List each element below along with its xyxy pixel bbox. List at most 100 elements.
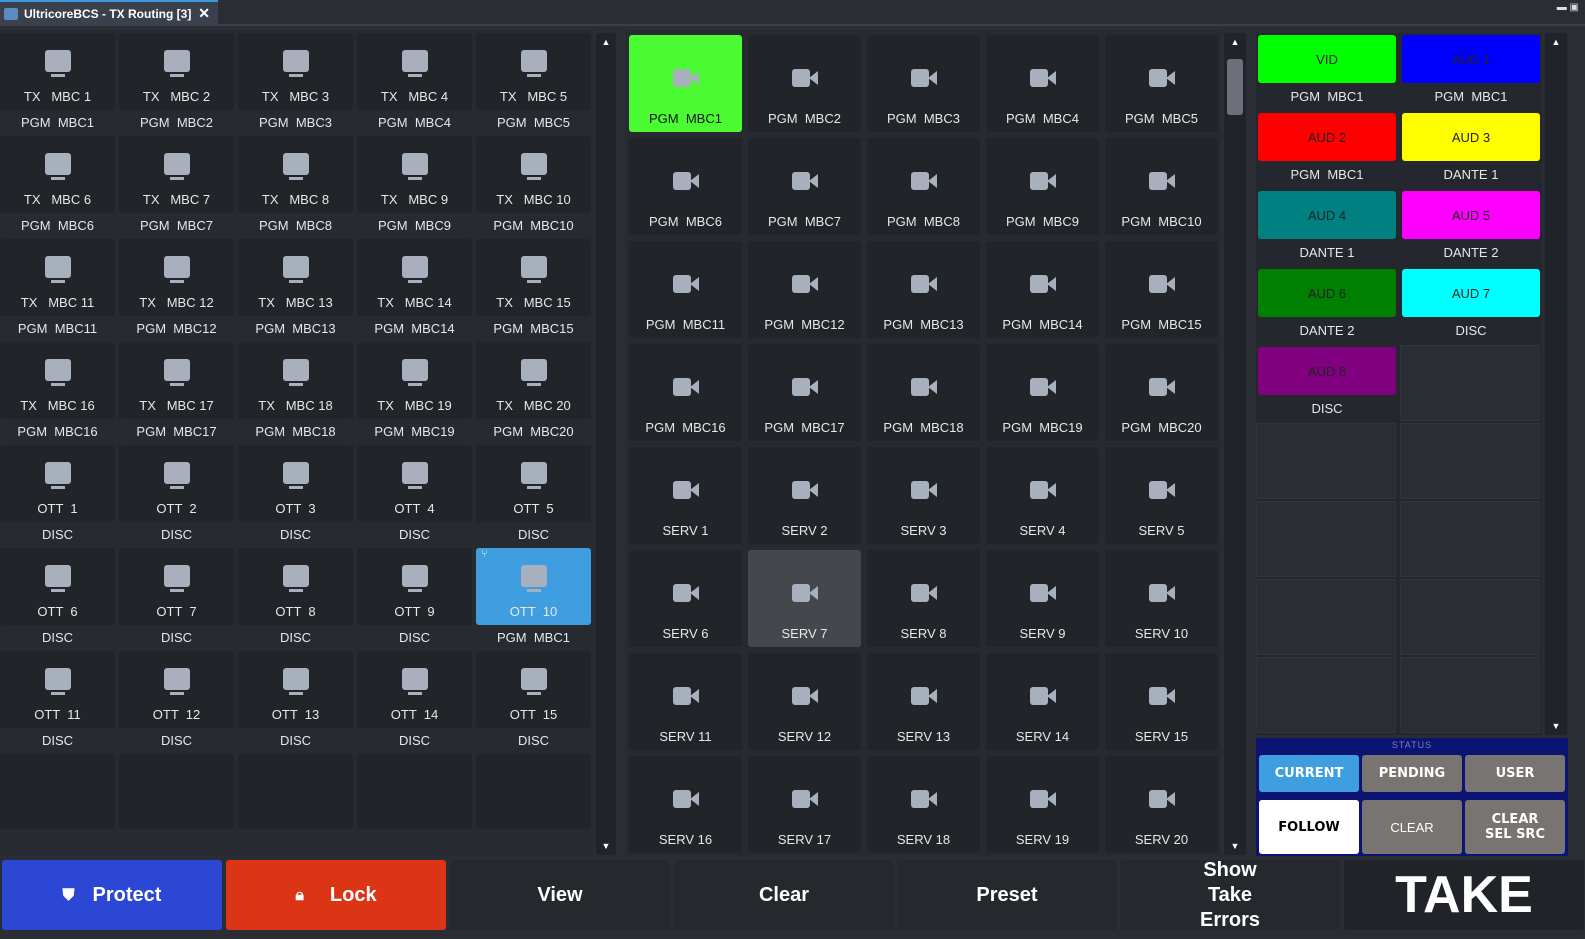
destination-cell[interactable]: OTT 4 DISC — [357, 445, 472, 545]
destination-cell[interactable]: TX MBC 17 PGM MBC17 — [119, 342, 234, 442]
source-button[interactable]: SERV 4 — [986, 447, 1099, 544]
destination-cell[interactable]: TX MBC 3 PGM MBC3 — [238, 33, 353, 133]
level-button[interactable]: VID — [1258, 35, 1396, 83]
destination-cell[interactable]: TX MBC 19 PGM MBC19 — [357, 342, 472, 442]
source-button[interactable]: SERV 12 — [748, 653, 861, 750]
source-button[interactable]: PGM MBC14 — [986, 241, 1099, 338]
source-button[interactable]: PGM MBC20 — [1105, 344, 1218, 441]
source-button[interactable]: SERV 5 — [1105, 447, 1218, 544]
destination-cell[interactable]: OTT 13 DISC — [238, 651, 353, 751]
level-scrollbar[interactable]: ▲ ▼ — [1545, 33, 1567, 735]
source-button[interactable]: PGM MBC15 — [1105, 241, 1218, 338]
level-button[interactable]: AUD 4 — [1258, 191, 1396, 239]
destination-cell[interactable]: OTT 1 DISC — [0, 445, 115, 545]
destination-cell[interactable]: TX MBC 16 PGM MBC16 — [0, 342, 115, 442]
destination-cell[interactable]: TX MBC 5 PGM MBC5 — [476, 33, 591, 133]
destination-cell[interactable]: TX MBC 11 PGM MBC11 — [0, 239, 115, 339]
destination-cell[interactable]: TX MBC 1 PGM MBC1 — [0, 33, 115, 133]
destination-button[interactable]: OTT 3 — [238, 445, 353, 522]
destination-cell[interactable]: OTT 7 DISC — [119, 548, 234, 648]
empty-destination-cell[interactable] — [357, 754, 472, 829]
user-button[interactable]: USER — [1465, 755, 1565, 792]
destination-button[interactable]: OTT 15 — [476, 651, 591, 728]
level-button[interactable]: AUD 6 — [1258, 269, 1396, 317]
destination-button[interactable]: OTT 1 — [0, 445, 115, 522]
source-button[interactable]: SERV 7 — [748, 550, 861, 647]
destination-button[interactable]: TX MBC 13 — [238, 239, 353, 316]
source-button[interactable]: SERV 1 — [629, 447, 742, 544]
destination-cell[interactable]: TX MBC 14 PGM MBC14 — [357, 239, 472, 339]
lock-button[interactable]: 🔒︎ Lock — [226, 860, 446, 930]
destination-button[interactable]: TX MBC 20 — [476, 342, 591, 419]
source-button[interactable]: SERV 20 — [1105, 756, 1218, 853]
destination-cell[interactable]: TX MBC 13 PGM MBC13 — [238, 239, 353, 339]
destination-button[interactable]: TX MBC 17 — [119, 342, 234, 419]
source-button[interactable]: PGM MBC17 — [748, 344, 861, 441]
destination-button[interactable]: OTT 5 — [476, 445, 591, 522]
destination-cell[interactable]: OTT 11 DISC — [0, 651, 115, 751]
destination-cell[interactable]: ⑂ OTT 10 PGM MBC1 — [476, 548, 591, 648]
source-button[interactable]: SERV 16 — [629, 756, 742, 853]
destination-button[interactable]: OTT 9 — [357, 548, 472, 625]
level-button[interactable]: AUD 3 — [1402, 113, 1540, 161]
destination-button[interactable]: OTT 14 — [357, 651, 472, 728]
destination-button[interactable]: OTT 2 — [119, 445, 234, 522]
source-button[interactable]: SERV 8 — [867, 550, 980, 647]
source-button[interactable]: SERV 17 — [748, 756, 861, 853]
source-button[interactable]: SERV 6 — [629, 550, 742, 647]
source-button[interactable]: SERV 9 — [986, 550, 1099, 647]
destination-cell[interactable]: OTT 8 DISC — [238, 548, 353, 648]
destination-button[interactable]: OTT 11 — [0, 651, 115, 728]
source-button[interactable]: PGM MBC3 — [867, 35, 980, 132]
source-scrollbar[interactable]: ▲ ▼ — [1224, 33, 1246, 855]
destination-button[interactable]: TX MBC 7 — [119, 136, 234, 213]
destination-cell[interactable]: TX MBC 10 PGM MBC10 — [476, 136, 591, 236]
preset-button[interactable]: Preset — [897, 860, 1117, 930]
destination-cell[interactable]: TX MBC 18 PGM MBC18 — [238, 342, 353, 442]
destination-cell[interactable]: OTT 6 DISC — [0, 548, 115, 648]
show-take-errors-button[interactable]: Show Take Errors — [1120, 859, 1340, 931]
level-button[interactable]: AUD 5 — [1402, 191, 1540, 239]
destination-button[interactable]: TX MBC 18 — [238, 342, 353, 419]
destination-cell[interactable]: OTT 12 DISC — [119, 651, 234, 751]
destination-button[interactable]: TX MBC 5 — [476, 33, 591, 110]
destination-button[interactable]: TX MBC 6 — [0, 136, 115, 213]
source-button[interactable]: SERV 19 — [986, 756, 1099, 853]
source-button[interactable]: PGM MBC6 — [629, 138, 742, 235]
source-button[interactable]: PGM MBC9 — [986, 138, 1099, 235]
empty-destination-cell[interactable] — [476, 754, 591, 829]
level-button[interactable]: AUD 8 — [1258, 347, 1396, 395]
clear-status-button[interactable]: CLEAR — [1362, 800, 1462, 854]
destination-cell[interactable]: OTT 15 DISC — [476, 651, 591, 751]
destination-cell[interactable]: TX MBC 4 PGM MBC4 — [357, 33, 472, 133]
source-button[interactable]: PGM MBC5 — [1105, 35, 1218, 132]
clear-sel-src-button[interactable]: CLEAR SEL SRC — [1465, 800, 1565, 854]
source-button[interactable]: SERV 18 — [867, 756, 980, 853]
destination-cell[interactable]: TX MBC 12 PGM MBC12 — [119, 239, 234, 339]
destination-cell[interactable]: OTT 5 DISC — [476, 445, 591, 545]
empty-destination-cell[interactable] — [238, 754, 353, 829]
level-button[interactable]: AUD 7 — [1402, 269, 1540, 317]
source-button[interactable]: PGM MBC19 — [986, 344, 1099, 441]
pending-button[interactable]: PENDING — [1362, 755, 1462, 792]
clear-button[interactable]: Clear — [674, 860, 894, 930]
protect-button[interactable]: ⛊ Protect — [2, 860, 222, 930]
empty-destination-cell[interactable] — [119, 754, 234, 829]
source-button[interactable]: SERV 13 — [867, 653, 980, 750]
destination-button[interactable]: OTT 13 — [238, 651, 353, 728]
source-button[interactable]: PGM MBC10 — [1105, 138, 1218, 235]
destination-cell[interactable]: OTT 2 DISC — [119, 445, 234, 545]
level-button[interactable]: AUD 2 — [1258, 113, 1396, 161]
destination-button[interactable]: TX MBC 19 — [357, 342, 472, 419]
empty-destination-cell[interactable] — [0, 754, 115, 829]
level-button[interactable]: AUD 1 — [1402, 35, 1540, 83]
destination-cell[interactable]: TX MBC 2 PGM MBC2 — [119, 33, 234, 133]
destination-cell[interactable]: OTT 14 DISC — [357, 651, 472, 751]
source-button[interactable]: PGM MBC1 — [629, 35, 742, 132]
window-controls[interactable]: ▬ ▣ — [1557, 2, 1579, 13]
view-button[interactable]: View — [450, 860, 670, 930]
source-button[interactable]: PGM MBC18 — [867, 344, 980, 441]
destination-button[interactable]: TX MBC 10 — [476, 136, 591, 213]
destination-scrollbar[interactable]: ▲ ▼ — [596, 33, 616, 855]
destination-button[interactable]: TX MBC 8 — [238, 136, 353, 213]
